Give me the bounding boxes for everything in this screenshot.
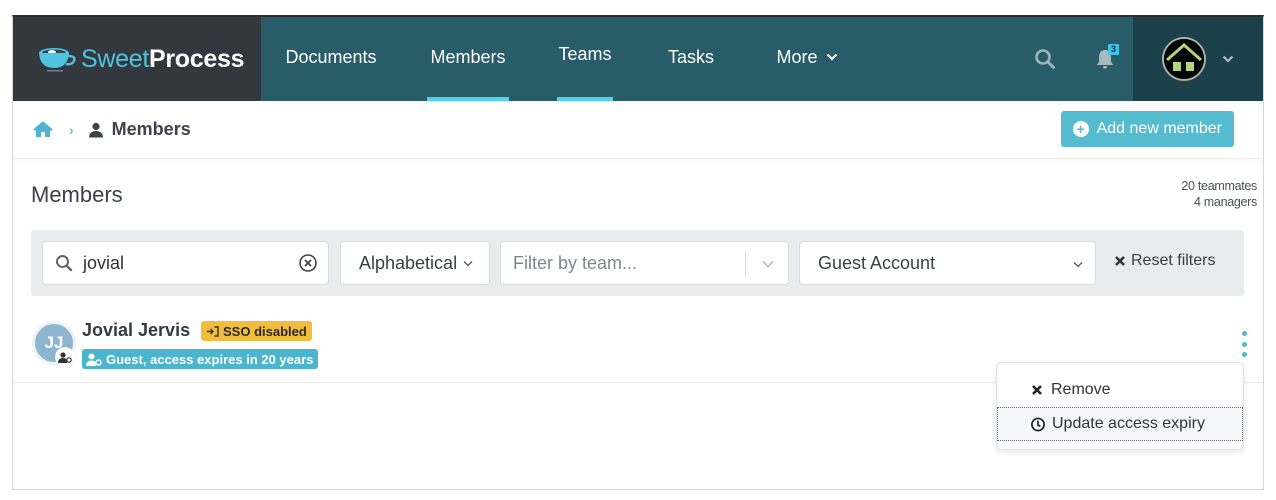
- app-window: Sweet Process Documents Members Teams Tas…: [12, 15, 1264, 490]
- x-icon: [1115, 256, 1125, 266]
- search-icon: [56, 255, 73, 272]
- plus-circle-icon: +: [1072, 121, 1089, 137]
- nav-tasks[interactable]: Tasks: [645, 17, 737, 101]
- breadcrumb-current: Members: [111, 119, 191, 139]
- clock-icon: [1031, 417, 1045, 431]
- user-icon: [88, 122, 103, 137]
- notifications-button[interactable]: 3: [1085, 39, 1125, 79]
- reset-filters-button[interactable]: Reset filters: [1114, 252, 1215, 270]
- member-actions-menu-button[interactable]: [1239, 331, 1249, 357]
- page-title: Members: [31, 182, 123, 207]
- chevron-down-icon: [1222, 55, 1234, 63]
- guest-access-badge: Guest, access expires in 20 years: [82, 349, 319, 369]
- search-icon: [1035, 49, 1055, 69]
- nav-members-label: Members: [430, 46, 506, 67]
- reset-filters-label: Reset filters: [1131, 252, 1216, 269]
- sso-badge-label: SSO disabled: [223, 323, 307, 339]
- notification-count-badge: 3: [1108, 44, 1119, 55]
- sort-select[interactable]: Alphabetical: [340, 241, 490, 285]
- member-counts: 20 teammates 4 managers: [1181, 178, 1257, 210]
- chevron-down-icon: [826, 53, 837, 61]
- nav-more-label: More: [776, 46, 818, 67]
- nav-documents-label: Documents: [285, 46, 377, 67]
- brand-logo[interactable]: Sweet Process: [13, 17, 261, 101]
- user-menu[interactable]: [1133, 17, 1263, 101]
- menu-item-remove[interactable]: Remove: [997, 373, 1243, 407]
- brand-name-bold: Process: [148, 44, 245, 73]
- clear-search-icon[interactable]: [298, 253, 318, 273]
- nav-teams-label: Teams: [558, 43, 612, 64]
- user-clock-icon: [86, 353, 102, 366]
- kebab-dot: [1241, 341, 1247, 347]
- chevron-down-icon: [463, 260, 473, 266]
- member-name[interactable]: Jovial Jervis: [82, 320, 190, 341]
- top-navigation: Sweet Process Documents Members Teams Tas…: [13, 17, 1263, 101]
- chevron-down-icon: [1073, 262, 1083, 268]
- account-type-value: Guest Account: [818, 252, 936, 273]
- teammates-count: 20 teammates: [1181, 179, 1257, 193]
- breadcrumb-separator: ›: [69, 121, 74, 138]
- member-actions-dropdown: Remove Update access expiry: [996, 362, 1244, 450]
- house-avatar-icon: [1164, 39, 1204, 79]
- nav-members[interactable]: Members: [409, 17, 527, 101]
- search-input[interactable]: jovial: [42, 241, 329, 285]
- global-search-button[interactable]: [1025, 39, 1065, 79]
- user-clock-icon: [58, 351, 72, 363]
- sort-value: Alphabetical: [359, 252, 458, 273]
- kebab-dot: [1241, 352, 1247, 357]
- nav-icons: 3: [1025, 17, 1263, 101]
- guest-indicator: [55, 347, 75, 367]
- guest-badge-label: Guest, access expires in 20 years: [106, 351, 314, 367]
- x-icon: [1032, 385, 1042, 395]
- menu-item-update-label: Update access expiry: [1052, 415, 1205, 432]
- select-divider: [745, 252, 746, 276]
- search-value: jovial: [83, 252, 125, 273]
- add-new-member-button[interactable]: + Add new member: [1060, 111, 1234, 147]
- main-nav: Documents Members Teams Tasks More 3: [261, 17, 1263, 101]
- nav-teams[interactable]: Teams: [539, 17, 631, 101]
- sso-disabled-badge: SSO disabled: [201, 321, 312, 341]
- team-filter-placeholder: Filter by team...: [513, 252, 638, 273]
- user-avatar[interactable]: [1162, 37, 1206, 81]
- coffee-cup-icon: [39, 48, 76, 72]
- managers-count: 4 managers: [1193, 195, 1257, 209]
- add-new-member-label: Add new member: [1096, 120, 1222, 137]
- brand-name-light: Sweet: [81, 44, 149, 73]
- kebab-dot: [1241, 331, 1247, 336]
- sign-in-icon: [207, 325, 219, 337]
- filter-bar: jovial Alphabetical Filter by team... Gu…: [31, 230, 1244, 296]
- chevron-down-icon: [762, 261, 774, 268]
- nav-documents[interactable]: Documents: [261, 17, 401, 101]
- menu-item-remove-label: Remove: [1051, 381, 1111, 398]
- home-icon[interactable]: [33, 120, 53, 139]
- account-type-select[interactable]: Guest Account: [799, 241, 1096, 285]
- nav-more[interactable]: More: [757, 17, 857, 101]
- team-filter-select[interactable]: Filter by team...: [500, 241, 789, 285]
- breadcrumb: › Members + Add new member: [13, 101, 1263, 159]
- menu-item-update-access-expiry[interactable]: Update access expiry: [997, 407, 1243, 441]
- nav-tasks-label: Tasks: [667, 46, 714, 67]
